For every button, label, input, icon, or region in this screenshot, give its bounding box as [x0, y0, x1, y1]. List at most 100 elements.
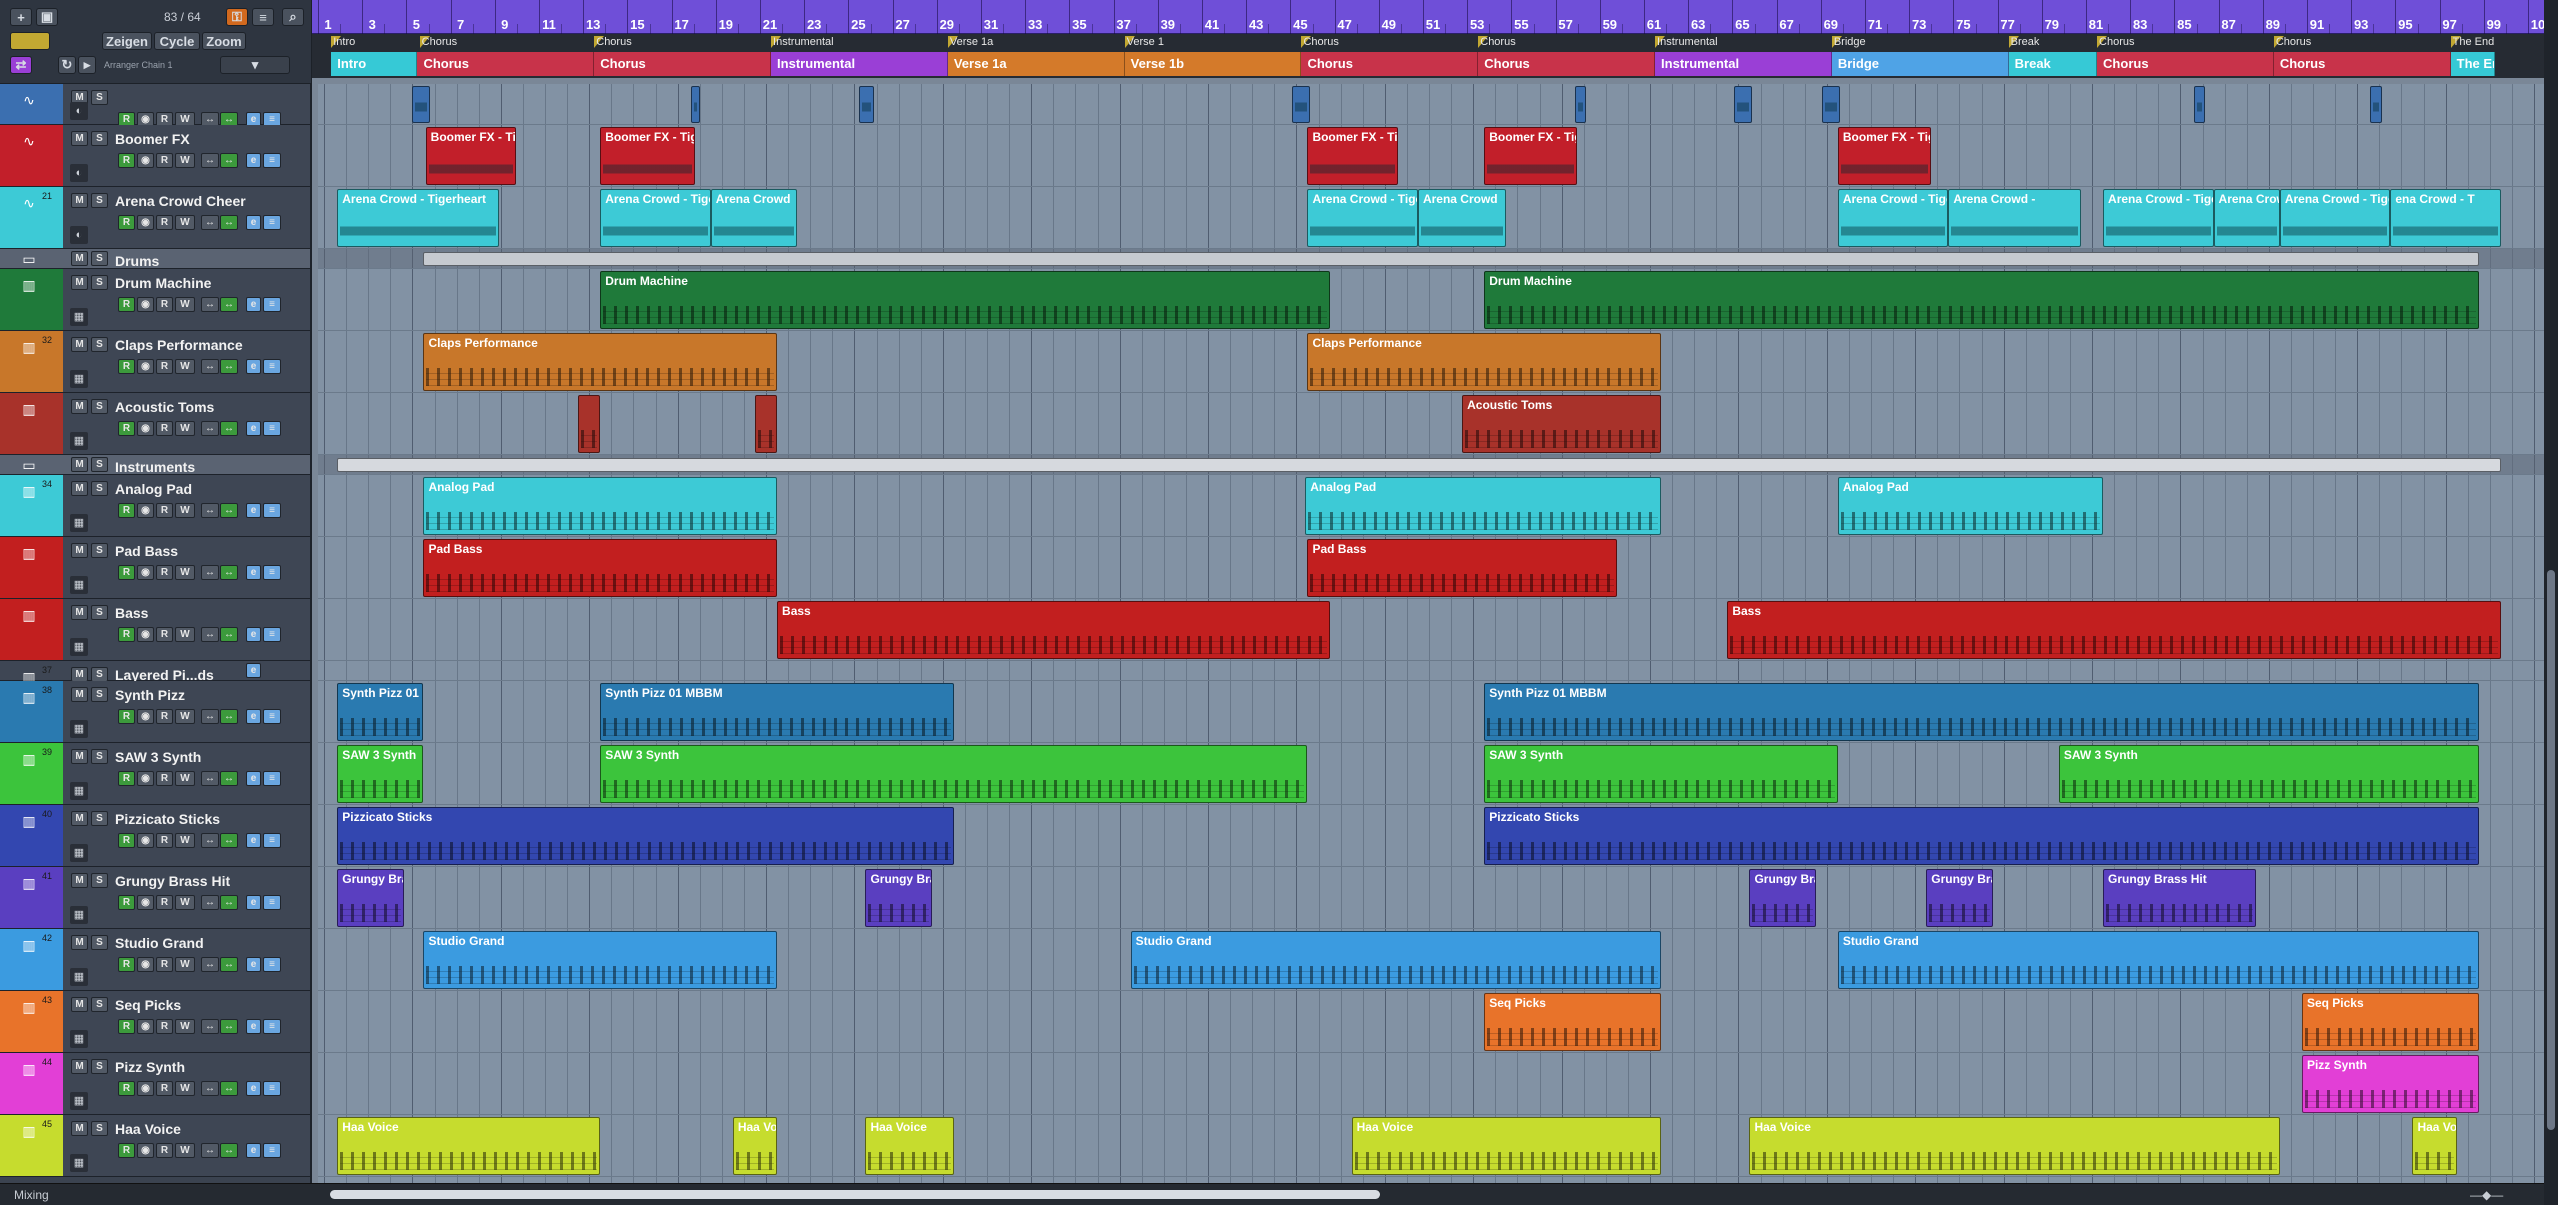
midi-part[interactable]: Pad Bass — [1307, 539, 1617, 597]
channel-settings-button[interactable]: e — [246, 1143, 261, 1158]
refresh-icon[interactable]: ↻ — [58, 56, 76, 74]
zeigen-button[interactable]: Zeigen — [102, 32, 152, 50]
lanes-button[interactable]: ≡ — [263, 895, 281, 910]
track-header[interactable]: ▥ 44 M S Pizz Synth R ◉ R W ↔ ↔ e ≡ ▦ — [0, 1053, 310, 1115]
track-header[interactable]: ∿ M S Boomer FX R ◉ R W ↔ ↔ e ≡ ◐ — [0, 125, 310, 187]
track-name[interactable]: Studio Grand — [115, 935, 204, 951]
record-enable-button[interactable]: R — [118, 1143, 135, 1158]
track-name[interactable]: Acoustic Toms — [115, 399, 214, 415]
folder-icon[interactable]: ▣ — [36, 8, 58, 26]
audio-event[interactable]: Boomer FX - Tige — [600, 127, 696, 185]
marker-label[interactable]: Chorus — [1480, 36, 1515, 48]
track-name[interactable]: Pizz Synth — [115, 1059, 185, 1075]
mute-button[interactable]: M — [71, 997, 88, 1012]
monitor-button[interactable]: ◉ — [137, 957, 154, 972]
cycle-button[interactable]: Cycle — [154, 32, 200, 50]
audio-event[interactable]: Arena Crowd - Tige — [2103, 189, 2214, 247]
audio-event[interactable] — [412, 86, 431, 123]
arranger-part[interactable]: Instrumental — [771, 52, 948, 76]
audio-event[interactable]: Arena Crow — [2213, 189, 2280, 247]
solo-button[interactable]: S — [91, 275, 108, 290]
record-enable-button[interactable]: R — [118, 503, 135, 518]
arranger-mode-select[interactable]: ▾ — [220, 56, 290, 74]
marker-label[interactable]: Verse 1a — [950, 36, 993, 48]
audio-event[interactable]: Arena Crowd - Tiger — [1307, 189, 1418, 247]
monitor-button[interactable]: ◉ — [137, 833, 154, 848]
track-name[interactable]: Boomer FX — [115, 131, 190, 147]
marker-label[interactable]: Bridge — [1834, 36, 1866, 48]
inserts-button[interactable]: ↔ — [220, 833, 238, 848]
track-lane[interactable] — [318, 84, 2544, 125]
mute-button[interactable]: M — [71, 811, 88, 826]
read-automation-button[interactable]: R — [156, 215, 173, 230]
track-header[interactable]: ▥ M S Pad Bass R ◉ R W ↔ ↔ e ≡ ▦ — [0, 537, 310, 599]
midi-part[interactable]: Analog Pad — [1837, 477, 2104, 535]
audio-event[interactable] — [1733, 86, 1752, 123]
search-icon[interactable]: ⌕ — [282, 8, 304, 26]
folder-icon[interactable]: ▭ — [20, 251, 38, 267]
edit-instrument-button[interactable]: ↔ — [201, 833, 219, 848]
audio-event[interactable]: ena Crowd - T — [2390, 189, 2501, 247]
midi-part[interactable]: Bass — [1727, 601, 2501, 659]
audio-event[interactable] — [2370, 86, 2382, 123]
arranger-icon[interactable]: ⇄ — [10, 56, 32, 74]
audio-event[interactable]: Boomer FX - Tig — [1837, 127, 1931, 185]
edit-instrument-button[interactable]: ↔ — [201, 503, 219, 518]
horizontal-scroll-thumb[interactable] — [330, 1190, 1380, 1199]
solo-button[interactable]: S — [91, 481, 108, 496]
event-display[interactable]: Boomer FX - Tig Boomer FX - Tige Boomer FX… — [318, 84, 2544, 1183]
mute-button[interactable]: M — [71, 457, 88, 472]
inserts-button[interactable]: ↔ — [220, 359, 238, 374]
read-automation-button[interactable]: R — [156, 421, 173, 436]
midi-part[interactable]: Acoustic Toms — [1462, 395, 1662, 453]
edit-instrument-button[interactable]: ↔ — [201, 215, 219, 230]
channel-settings-button[interactable]: e — [246, 663, 261, 678]
channel-settings-button[interactable]: e — [246, 895, 261, 910]
record-enable-button[interactable]: R — [118, 421, 135, 436]
marker-label[interactable]: Instrumental — [1657, 36, 1718, 48]
midi-part[interactable]: Drum Machine — [600, 271, 1330, 329]
marker-label[interactable]: Chorus — [2099, 36, 2134, 48]
write-automation-button[interactable]: W — [175, 771, 195, 786]
track-header[interactable]: ▥ 39 M S SAW 3 Synth R ◉ R W ↔ ↔ e ≡ ▦ — [0, 743, 310, 805]
monitor-button[interactable]: ◉ — [137, 627, 154, 642]
mute-button[interactable]: M — [71, 251, 88, 266]
track-name[interactable]: Seq Picks — [115, 997, 181, 1013]
edit-instrument-button[interactable]: ↔ — [201, 565, 219, 580]
read-automation-button[interactable]: R — [156, 895, 173, 910]
write-automation-button[interactable]: W — [175, 833, 195, 848]
audio-event[interactable]: Boomer FX - Tig — [425, 127, 517, 185]
marker-label[interactable]: Instrumental — [773, 36, 834, 48]
write-automation-button[interactable]: W — [175, 359, 195, 374]
lanes-button[interactable]: ≡ — [263, 297, 281, 312]
marker-label[interactable]: Verse 1 — [1127, 36, 1164, 48]
track-name[interactable]: Bass — [115, 605, 148, 621]
monitor-button[interactable]: ◉ — [137, 1143, 154, 1158]
channel-settings-button[interactable]: e — [246, 297, 261, 312]
record-enable-button[interactable]: R — [118, 627, 135, 642]
edit-instrument-button[interactable]: ↔ — [201, 957, 219, 972]
folder-event-summary[interactable] — [423, 252, 2479, 266]
solo-button[interactable]: S — [91, 457, 108, 472]
track-header[interactable]: ▥ M S Drum Machine R ◉ R W ↔ ↔ e ≡ ▦ — [0, 269, 310, 331]
edit-instrument-button[interactable]: ↔ — [201, 1081, 219, 1096]
solo-button[interactable]: S — [91, 1059, 108, 1074]
lanes-button[interactable]: ≡ — [263, 833, 281, 848]
read-automation-button[interactable]: R — [156, 957, 173, 972]
record-enable-button[interactable]: R — [118, 709, 135, 724]
midi-part[interactable]: SAW 3 Synth — [337, 745, 424, 803]
lock-icon[interactable]: ⚿ — [226, 8, 248, 26]
solo-button[interactable]: S — [91, 873, 108, 888]
arranger-part[interactable]: Chorus — [594, 52, 772, 76]
midi-part[interactable]: Grungy Bra — [1749, 869, 1816, 927]
channel-settings-button[interactable]: e — [246, 503, 261, 518]
monitor-button[interactable]: ◉ — [137, 503, 154, 518]
solo-button[interactable]: S — [91, 90, 108, 105]
lanes-button[interactable]: ≡ — [263, 215, 281, 230]
channel-settings-button[interactable]: e — [246, 359, 261, 374]
inserts-button[interactable]: ↔ — [220, 215, 238, 230]
midi-part[interactable]: Grungy Brass Hit — [2103, 869, 2256, 927]
solo-button[interactable]: S — [91, 687, 108, 702]
arranger-part[interactable]: Verse 1a — [947, 52, 1125, 76]
solo-button[interactable]: S — [91, 749, 108, 764]
